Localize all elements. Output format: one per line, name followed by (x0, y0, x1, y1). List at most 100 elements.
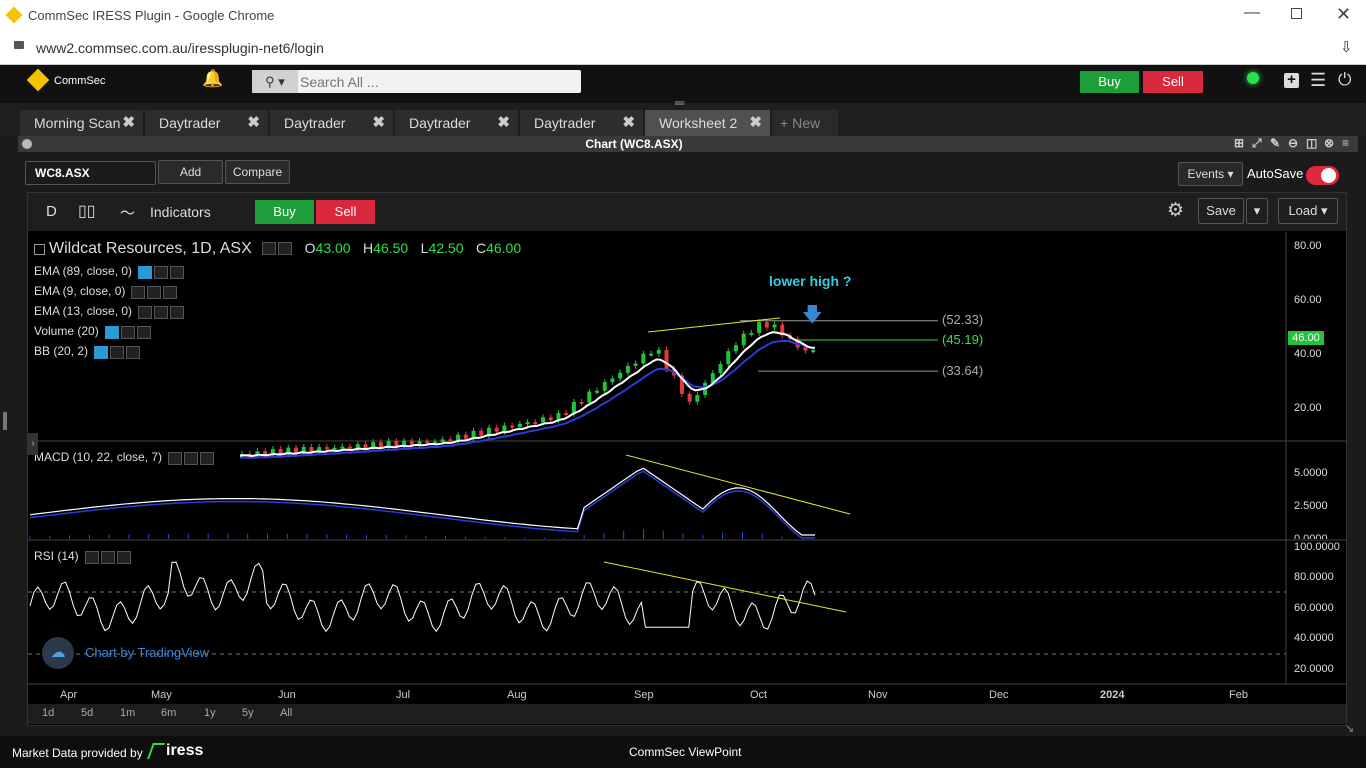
range-1m[interactable]: 1m (120, 707, 135, 719)
x-axis-label: Sep (634, 689, 654, 701)
candle-body (332, 447, 337, 450)
arrow-down-icon[interactable]: 🡇 (802, 305, 823, 325)
indicator-label: RSI (14) (34, 549, 79, 563)
remove-icon[interactable] (136, 325, 151, 339)
indicator-volume[interactable]: Volume (20) (34, 324, 153, 339)
macd-pane-label[interactable]: MACD (10, 22, close, 7) (34, 450, 216, 465)
candle-body (448, 439, 453, 442)
indicator-label: EMA (9, close, 0) (34, 284, 126, 298)
close-label: C (475, 240, 487, 257)
visibility-icon[interactable] (84, 550, 99, 564)
candle-body (548, 417, 553, 421)
remove-icon[interactable] (170, 265, 185, 279)
app-footer: Market Data provided by iress CommSec Vi… (0, 723, 1366, 768)
candle-body (718, 364, 723, 374)
candle-body (633, 363, 638, 366)
macd-line (29, 467, 815, 536)
indicator-label: EMA (89, close, 0) (34, 264, 133, 278)
settings-icon[interactable] (154, 265, 169, 279)
range-1y[interactable]: 1y (204, 707, 216, 719)
range-5d[interactable]: 5d (81, 707, 93, 719)
candle-body (502, 425, 507, 432)
collapse-legend-icon[interactable] (34, 243, 45, 255)
range-all[interactable]: All (280, 707, 292, 719)
indicator-bb[interactable]: BB (20, 2) (34, 344, 142, 359)
candle-body (324, 447, 329, 450)
tradingview-logo-icon: ☁ (42, 637, 74, 669)
visibility-icon[interactable] (131, 285, 146, 299)
candle-body (463, 434, 468, 439)
candle-body (664, 349, 669, 370)
footer-center-text: CommSec ViewPoint (629, 745, 742, 759)
indicator-ema-13[interactable]: EMA (13, close, 0) (34, 304, 186, 319)
data-provider-text: Market Data provided by (12, 746, 143, 760)
tradingview-watermark[interactable]: Chart by TradingView (85, 645, 209, 660)
candle-body (749, 332, 754, 335)
rsi-pane-label[interactable]: RSI (14) (34, 549, 133, 564)
side-handle-icon[interactable] (3, 412, 7, 430)
indicator-ema-9[interactable]: EMA (9, close, 0) (34, 284, 179, 299)
settings-icon[interactable] (100, 550, 115, 564)
indicator-label: BB (20, 2) (34, 344, 89, 358)
candle-body (741, 333, 746, 346)
candle-body (541, 417, 546, 423)
annotation-text[interactable]: lower high ? (769, 273, 851, 289)
candle-body (425, 441, 430, 444)
candle-body (348, 446, 353, 449)
iress-logo-icon (147, 743, 165, 759)
open-label: O (304, 240, 316, 257)
settings-icon[interactable] (110, 345, 125, 359)
expand-drawer-icon[interactable]: › (28, 433, 38, 455)
rsi-axis-label: 40.0000 (1294, 632, 1334, 644)
candle-body (803, 347, 808, 351)
candle-body (510, 425, 515, 428)
candle-body (587, 391, 592, 403)
rsi-axis-label: 60.0000 (1294, 602, 1334, 614)
candle-body (494, 427, 499, 432)
settings-icon[interactable] (154, 305, 169, 319)
range-6m[interactable]: 6m (161, 707, 176, 719)
x-axis-label: Nov (868, 689, 888, 701)
range-5y[interactable]: 5y (242, 707, 254, 719)
candle-body (440, 439, 445, 442)
rsi-axis-label: 20.0000 (1294, 663, 1334, 675)
candle-body (595, 390, 600, 393)
settings-icon[interactable] (278, 242, 293, 256)
visibility-icon[interactable] (94, 345, 109, 359)
macd-axis-label: 0.0000 (1294, 533, 1328, 539)
symbol-name: Wildcat Resources, 1D, ASX (49, 240, 252, 258)
x-axis-label: Aug (507, 689, 527, 701)
high-value: 46.50 (373, 240, 409, 257)
level-label-high: (52.33) (942, 312, 984, 327)
ema-9-line (239, 331, 816, 458)
visibility-icon[interactable] (138, 305, 153, 319)
candle-body (409, 440, 414, 445)
x-axis-label: May (151, 689, 172, 701)
remove-icon[interactable] (170, 305, 185, 319)
candle-body (625, 365, 630, 373)
candle-body (340, 446, 345, 449)
candle-body (649, 353, 654, 356)
candle-body (687, 393, 692, 402)
price-axis-label: 60.00 (1294, 294, 1322, 306)
resize-grip-icon[interactable]: ↘ (1345, 722, 1354, 735)
candle-body (618, 372, 623, 379)
remove-icon[interactable] (200, 451, 215, 465)
visibility-icon[interactable] (138, 265, 153, 279)
indicator-ema-89[interactable]: EMA (89, close, 0) (34, 264, 186, 279)
high-label: H (363, 240, 374, 257)
visibility-icon[interactable] (104, 325, 119, 339)
visibility-icon[interactable] (262, 242, 277, 256)
visibility-icon[interactable] (168, 451, 183, 465)
settings-icon[interactable] (184, 451, 199, 465)
settings-icon[interactable] (147, 285, 162, 299)
remove-icon[interactable] (126, 345, 141, 359)
candle-body (363, 444, 368, 449)
candle-body (764, 322, 769, 328)
remove-icon[interactable] (163, 285, 178, 299)
range-selector: 1d 5d 1m 6m 1y 5y All (28, 704, 1346, 724)
remove-icon[interactable] (116, 550, 131, 564)
candle-body (309, 446, 314, 452)
range-1d[interactable]: 1d (42, 707, 54, 719)
settings-icon[interactable] (120, 325, 135, 339)
